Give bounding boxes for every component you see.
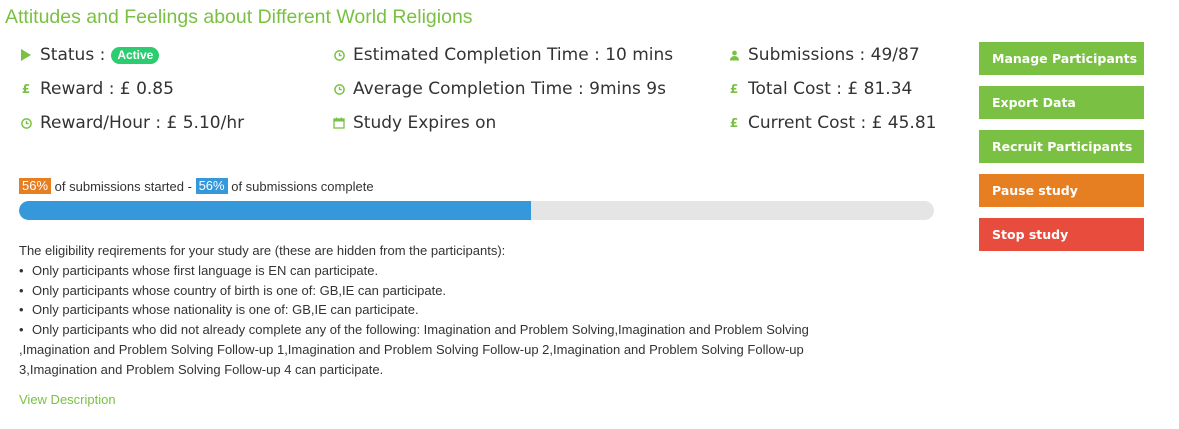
calendar-icon [333,117,345,129]
study-stats: Status : Active £ Reward : £ 0.85 Reward… [20,45,960,155]
clock-icon [20,117,32,129]
total-cost-value: Total Cost : £ 81.34 [748,79,913,99]
reward-stat: £ Reward : £ 0.85 [20,79,174,99]
eligibility-item: Only participants whose first language i… [19,261,919,281]
reward-per-hour-value: Reward/Hour : £ 5.10/hr [40,113,245,133]
current-cost-stat: £ Current Cost : £ 45.81 [728,113,937,133]
status-badge: Active [111,46,160,64]
total-cost-stat: £ Total Cost : £ 81.34 [728,79,913,99]
progress-bar-fill [19,201,532,220]
expires-value: Study Expires on [353,113,497,133]
pound-icon: £ [729,82,739,96]
stop-study-button[interactable]: Stop study [979,218,1144,251]
eligibility-item-continuation: 3,Imagination and Problem Solving Follow… [19,361,384,377]
user-icon [728,50,740,61]
manage-participants-button[interactable]: Manage Participants [979,42,1144,75]
status-label: Status : [40,45,106,65]
started-text: of submissions started - [54,178,192,194]
eligibility-item: Only participants whose nationality is o… [19,300,919,320]
current-cost-value: Current Cost : £ 45.81 [748,113,937,133]
pound-icon: £ [21,82,31,96]
eligibility-item: Only participants whose country of birth… [19,281,919,301]
study-actions: Manage Participants Export Data Recruit … [979,42,1144,262]
clock-icon [333,83,345,95]
study-summary-page: Attitudes and Feelings about Different W… [0,0,1179,429]
progress-summary: 56% of submissions started - 56% of subm… [19,178,374,194]
estimated-time-stat: Estimated Completion Time : 10 mins [333,45,673,65]
recruit-participants-button[interactable]: Recruit Participants [979,130,1144,163]
view-description-link[interactable]: View Description [19,392,116,407]
clock-icon [333,49,345,61]
reward-per-hour-stat: Reward/Hour : £ 5.10/hr [20,113,244,133]
reward-value: Reward : £ 0.85 [40,79,174,99]
eligibility-requirements: The eligibility reqirements for your stu… [19,241,919,380]
pound-icon: £ [729,116,739,130]
expires-stat: Study Expires on [333,113,496,133]
average-time-stat: Average Completion Time : 9mins 9s [333,79,666,99]
eligibility-list: Only participants whose first language i… [19,261,919,380]
started-percent-badge: 56% [19,178,52,194]
complete-text: of submissions complete [231,178,374,194]
estimated-time-value: Estimated Completion Time : 10 mins [353,45,674,65]
submissions-stat: Submissions : 49/87 [728,45,920,65]
progress-bar [19,201,934,220]
pause-study-button[interactable]: Pause study [979,174,1144,207]
complete-percent-badge: 56% [195,178,228,194]
study-title: Attitudes and Feelings about Different W… [5,6,473,28]
eligibility-intro: The eligibility reqirements for your stu… [19,243,506,258]
submissions-value: Submissions : 49/87 [748,45,920,65]
eligibility-item-continuation: ,Imagination and Problem Solving Follow-… [19,341,804,357]
play-icon [20,49,32,61]
eligibility-item: Only participants who did not already co… [19,320,919,340]
export-data-button[interactable]: Export Data [979,86,1144,119]
status-stat: Status : Active [20,45,160,65]
average-time-value: Average Completion Time : 9mins 9s [353,79,666,99]
